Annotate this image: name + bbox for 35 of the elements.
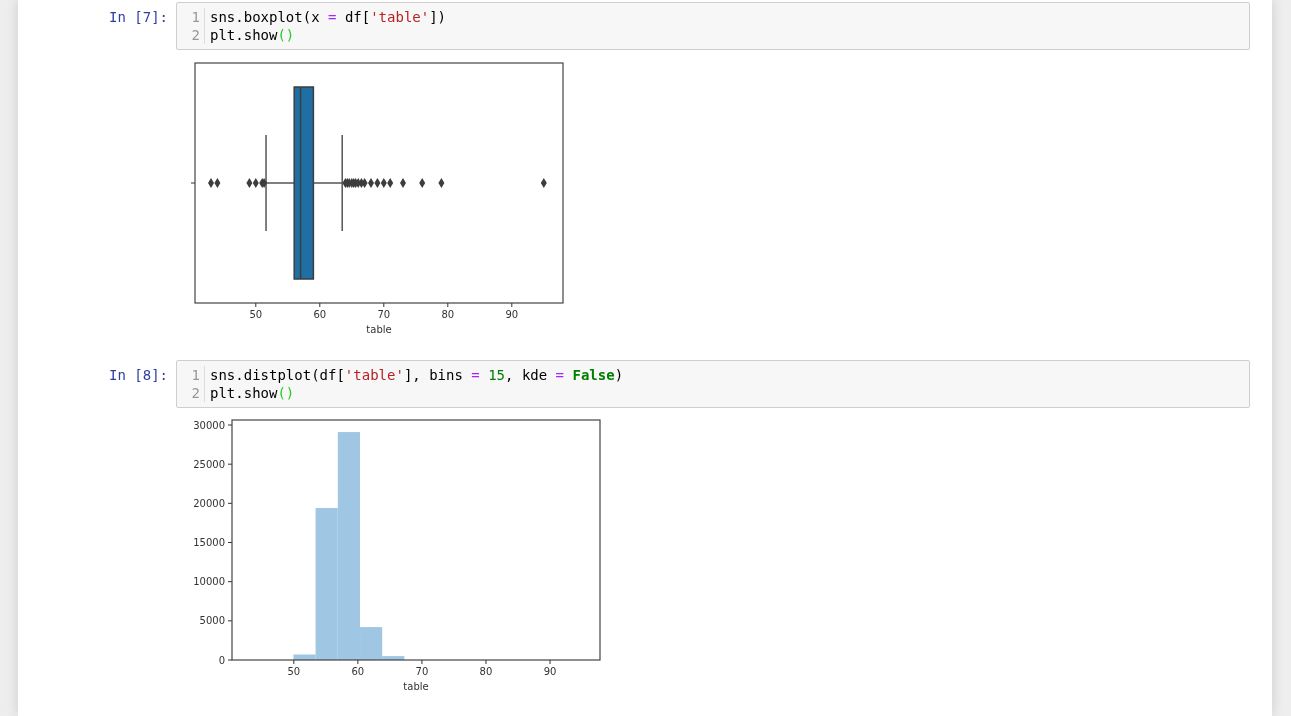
cell-prompt: In [8]: bbox=[108, 366, 169, 383]
line-number: 2 bbox=[190, 26, 200, 44]
axis-tick-label: 20000 bbox=[193, 497, 225, 509]
code-editor[interactable]: 1 2 sns.distplot(df['table'], bins = 15, kde = False) plt.show() bbox=[176, 360, 1250, 408]
code-line: sns.boxplot(x = df['table']) bbox=[210, 8, 447, 26]
axis-tick-label: 30000 bbox=[193, 419, 225, 431]
axis-tick-label: 10000 bbox=[193, 576, 225, 588]
line-number: 2 bbox=[190, 384, 200, 402]
outlier-marker bbox=[419, 178, 426, 188]
axis-label: table bbox=[403, 681, 429, 692]
code-line: plt.show() bbox=[210, 26, 296, 44]
axis-tick-label: 60 bbox=[351, 666, 365, 677]
axis-tick-label: 50 bbox=[287, 666, 301, 677]
axis-tick-label: 0 bbox=[218, 654, 225, 666]
line-number: 1 bbox=[190, 8, 200, 26]
axis-tick-label: 15000 bbox=[193, 537, 225, 548]
axis-label: table bbox=[366, 324, 392, 335]
outlier-marker bbox=[540, 178, 547, 188]
cell-prompt: In [7]: bbox=[108, 8, 169, 25]
code-line: sns.distplot(df['table'], bins = 15, kde = False) bbox=[210, 366, 624, 384]
axis-tick-label: 90 bbox=[543, 666, 557, 677]
code-editor[interactable]: 1 2 sns.boxplot(x = df['table']) plt.show() bbox=[176, 2, 1250, 50]
axis-tick-label: 80 bbox=[441, 309, 455, 320]
axis-tick-label: 50 bbox=[249, 309, 263, 320]
axis-tick-label: 70 bbox=[415, 666, 429, 677]
outlier-marker bbox=[400, 178, 406, 188]
axis-tick-label: 90 bbox=[505, 309, 519, 320]
axis-tick-label: 70 bbox=[377, 309, 391, 320]
axis-tick-label: 25000 bbox=[193, 458, 225, 470]
axis-tick-label: 5000 bbox=[199, 615, 225, 627]
axis-tick-label: 60 bbox=[313, 309, 327, 320]
outlier-marker bbox=[438, 178, 445, 188]
code-line: plt.show() bbox=[210, 384, 296, 402]
axis-tick-label: 80 bbox=[479, 666, 493, 677]
line-number: 1 bbox=[190, 366, 200, 384]
